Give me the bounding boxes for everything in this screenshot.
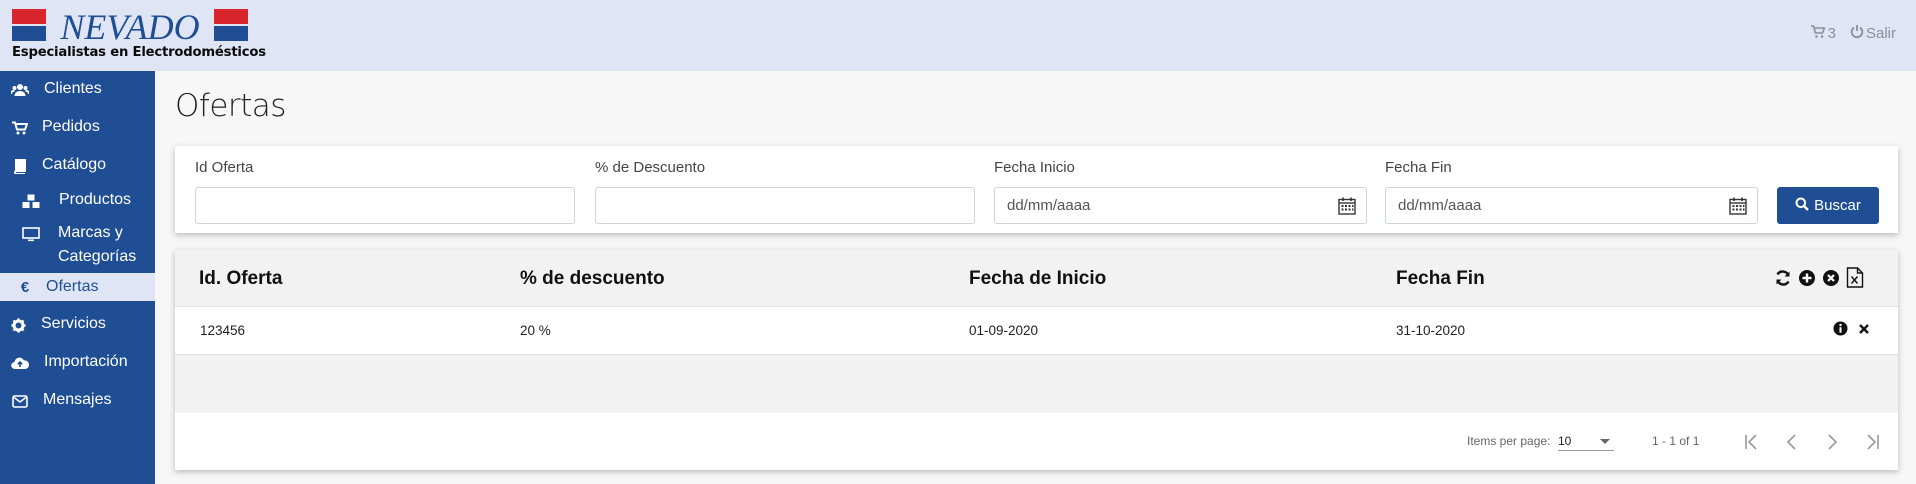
logo-text: NEVADO <box>59 7 199 45</box>
fecha-inicio-placeholder: dd/mm/aaaa <box>1007 197 1091 214</box>
fecha-inicio-input[interactable]: dd/mm/aaaa <box>994 187 1367 224</box>
table-header: Id. Oferta % de descuento Fecha de Inici… <box>175 250 1898 307</box>
range-label: 1 - 1 of 1 <box>1652 434 1700 448</box>
add-circle-icon[interactable] <box>1798 269 1816 287</box>
sidebar-item-clientes[interactable]: Clientes <box>0 80 155 102</box>
fecha-inicio-label: Fecha Inicio <box>994 159 1075 176</box>
buscar-label: Buscar <box>1814 197 1861 214</box>
info-icon[interactable] <box>1833 321 1848 336</box>
column-header-fecha-inicio[interactable]: Fecha de Inicio <box>969 268 1106 290</box>
column-header-id[interactable]: Id. Oferta <box>199 268 282 290</box>
cell-fecha-fin: 31-10-2020 <box>1396 323 1466 338</box>
sidebar-item-label: Productos <box>59 191 132 208</box>
paginator: Items per page: 10 1 - 1 of 1 <box>175 413 1898 470</box>
power-icon <box>1850 24 1864 43</box>
cell-id: 123456 <box>200 323 246 338</box>
cart-icon <box>10 118 30 138</box>
descuento-label: % de Descuento <box>595 159 706 176</box>
buscar-button[interactable]: Buscar <box>1777 187 1879 224</box>
column-header-descuento[interactable]: % de descuento <box>520 268 665 290</box>
sidebar-item-marcas-categorias[interactable]: Marcas y Categorías <box>0 223 155 271</box>
sidebar-item-servicios[interactable]: Servicios <box>0 315 155 337</box>
euro-icon: € <box>20 278 30 296</box>
sidebar-item-pedidos[interactable]: Pedidos <box>0 118 155 140</box>
chevron-down-icon <box>1600 439 1610 444</box>
logout-label: Salir <box>1865 25 1896 42</box>
first-page-button[interactable] <box>1741 431 1763 453</box>
fecha-fin-input[interactable]: dd/mm/aaaa <box>1385 187 1758 224</box>
book-icon <box>10 156 30 176</box>
table-row[interactable]: 123456 20 % 01-09-2020 31-10-2020 <box>175 307 1898 355</box>
sidebar-item-label: Marcas y <box>58 224 123 241</box>
items-per-page-value: 10 <box>1558 434 1572 448</box>
cart-count: 3 <box>1827 25 1836 42</box>
items-per-page-label: Items per page: <box>1467 434 1551 448</box>
sidebar-item-label: Servicios <box>41 315 106 332</box>
ofertas-table: Id. Oferta % de descuento Fecha de Inici… <box>175 250 1898 470</box>
cell-descuento: 20 % <box>520 323 551 338</box>
refresh-icon[interactable] <box>1774 269 1792 287</box>
sidebar-item-importacion[interactable]: Importación <box>0 353 155 375</box>
excel-export-icon[interactable] <box>1846 267 1864 288</box>
remove-circle-icon[interactable] <box>1822 269 1840 287</box>
calendar-icon[interactable] <box>1338 197 1356 219</box>
id-oferta-input[interactable] <box>195 187 575 224</box>
cloud-upload-icon <box>10 353 30 373</box>
table-empty-area <box>175 355 1898 413</box>
sidebar-item-label: Pedidos <box>42 118 100 135</box>
chevron-right-icon <box>1828 434 1838 450</box>
sidebar-item-label: Catálogo <box>42 156 107 173</box>
cart-icon <box>1810 24 1826 43</box>
logout-button[interactable]: Salir <box>1850 24 1896 43</box>
column-header-fecha-fin[interactable]: Fecha Fin <box>1396 268 1485 290</box>
nevado-logo[interactable]: NEVADO Especialistas en Electrodoméstico… <box>12 7 266 63</box>
filter-card: Id Oferta % de Descuento Fecha Inicio dd… <box>175 146 1898 233</box>
sidebar-item-mensajes[interactable]: Mensajes <box>0 391 155 413</box>
items-per-page-select[interactable]: 10 <box>1558 429 1614 451</box>
sidebar-item-label: Ofertas <box>46 278 99 295</box>
gear-icon <box>8 315 28 335</box>
sidebar-item-label: Importación <box>44 353 128 370</box>
top-header: NEVADO Especialistas en Electrodoméstico… <box>0 0 1916 71</box>
fecha-fin-placeholder: dd/mm/aaaa <box>1398 197 1482 214</box>
last-page-icon <box>1867 434 1879 450</box>
sidebar-item-ofertas[interactable]: € Ofertas <box>0 273 155 301</box>
chevron-left-icon <box>1786 434 1796 450</box>
id-oferta-label: Id Oferta <box>195 159 254 176</box>
calendar-icon[interactable] <box>1729 197 1747 219</box>
delete-icon[interactable] <box>1858 323 1870 335</box>
sidebar: Clientes Pedidos Catálogo Productos Marc… <box>0 71 155 484</box>
previous-page-button[interactable] <box>1781 431 1803 453</box>
envelope-icon <box>10 391 30 411</box>
next-page-button[interactable] <box>1821 431 1843 453</box>
sidebar-item-label: Clientes <box>44 80 102 97</box>
descuento-input[interactable] <box>595 187 975 224</box>
sidebar-item-catalogo[interactable]: Catálogo <box>0 156 155 178</box>
users-icon <box>10 80 30 100</box>
search-icon <box>1795 197 1810 215</box>
cell-fecha-inicio: 01-09-2020 <box>969 323 1039 338</box>
sidebar-item-label: Mensajes <box>43 391 112 408</box>
page-title: Ofertas <box>175 88 286 124</box>
cubes-icon <box>21 191 41 211</box>
sidebar-item-productos[interactable]: Productos <box>0 191 155 213</box>
last-page-button[interactable] <box>1861 431 1883 453</box>
first-page-icon <box>1745 434 1757 450</box>
logo-tagline: Especialistas en Electrodomésticos <box>12 45 266 60</box>
fecha-fin-label: Fecha Fin <box>1385 159 1452 176</box>
sidebar-item-label-2: Categorías <box>58 248 137 265</box>
logo-wordmark: NEVADO <box>12 7 248 45</box>
desktop-icon <box>21 224 41 244</box>
cart-button[interactable]: 3 <box>1810 24 1836 43</box>
